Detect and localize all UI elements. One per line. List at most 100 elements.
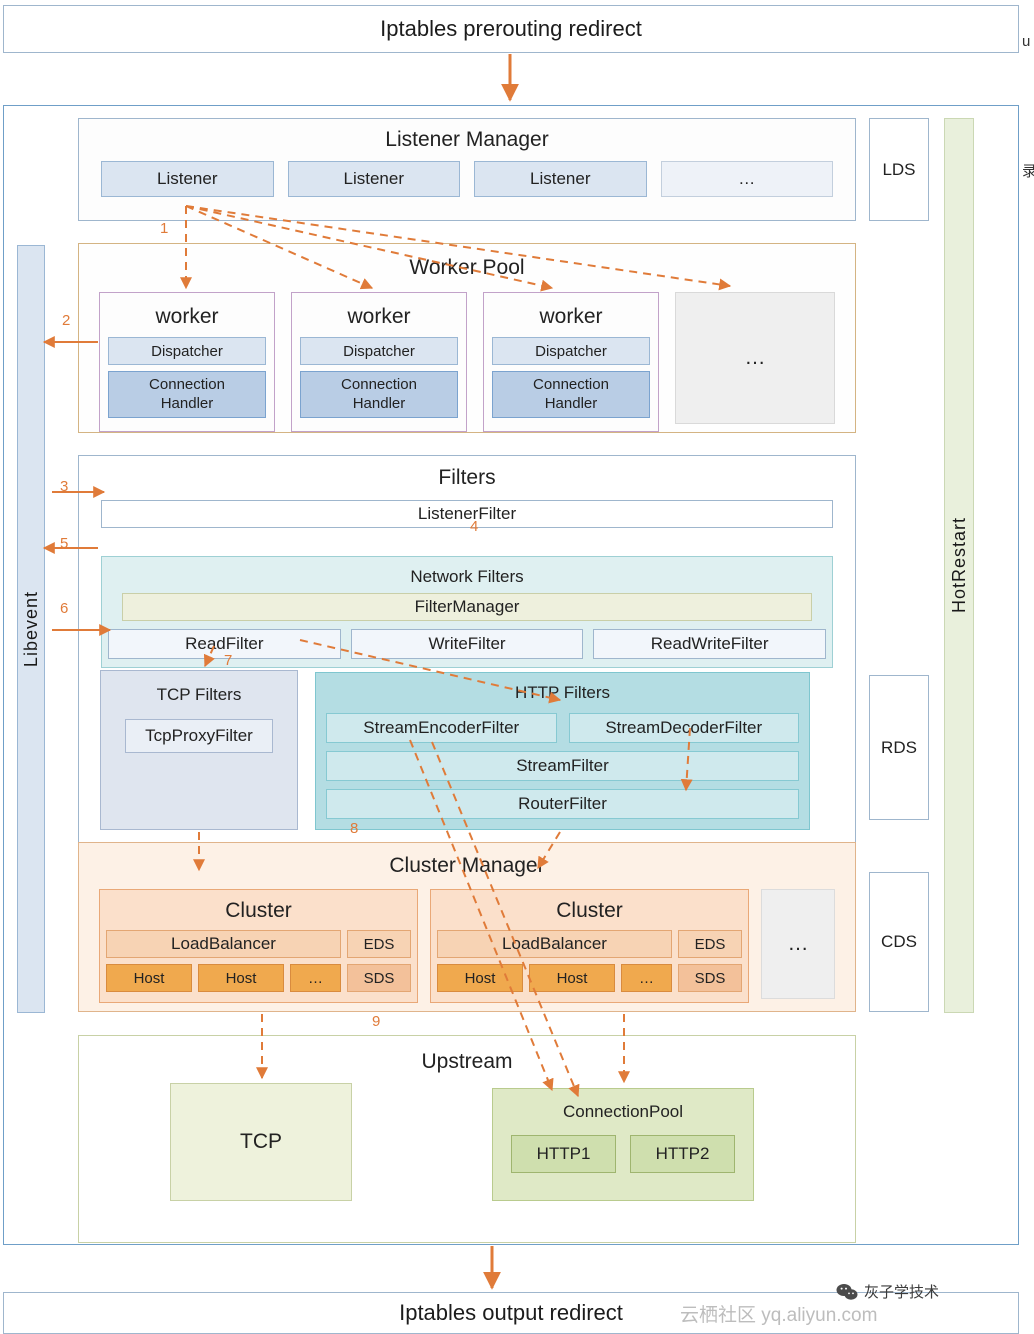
tcp-proxy-filter-label: TcpProxyFilter xyxy=(145,726,253,745)
host-label-2b: Host xyxy=(556,969,588,987)
load-balancer-label-2: LoadBalancer xyxy=(502,934,607,953)
http2-label: HTTP2 xyxy=(655,1144,710,1163)
iptables-prerouting-bar: Iptables prerouting redirect xyxy=(3,5,1019,53)
stream-filter-label: StreamFilter xyxy=(516,756,609,775)
iptables-prerouting-label: Iptables prerouting redirect xyxy=(380,16,642,41)
stream-encoder-filter-label: StreamEncoderFilter xyxy=(363,718,520,737)
load-balancer-label-1: LoadBalancer xyxy=(171,934,276,953)
listener-label-more: … xyxy=(738,169,756,188)
router-filter-label: RouterFilter xyxy=(518,794,607,813)
connection-handler-label-1: Connection Handler xyxy=(149,375,225,412)
http-filters-box: HTTP Filters StreamEncoderFilter StreamD… xyxy=(315,672,810,830)
cluster-manager-title: Cluster Manager xyxy=(389,854,545,877)
eds-label-2: EDS xyxy=(694,935,726,953)
write-filter-box[interactable]: WriteFilter xyxy=(350,629,584,659)
wechat-badge-label: 灰子学技术 xyxy=(864,1284,940,1301)
worker-pool-panel: Worker Pool worker Dispatcher Connection… xyxy=(78,243,856,433)
eds-box-2: EDS xyxy=(678,930,742,958)
sds-box-1: SDS xyxy=(347,964,411,992)
listener-filter-box[interactable]: ListenerFilter xyxy=(101,500,833,528)
libevent-label: Libevent xyxy=(20,590,41,668)
tcp-proxy-filter-box[interactable]: TcpProxyFilter xyxy=(125,719,273,753)
step-number-8: 8 xyxy=(350,820,359,837)
hotrestart-label: HotRestart xyxy=(948,517,969,614)
stream-decoder-filter-box[interactable]: StreamDecoderFilter xyxy=(568,713,799,743)
listener-label-1: Listener xyxy=(157,169,218,188)
sds-label-1: SDS xyxy=(363,969,395,987)
hotrestart-column: HotRestart xyxy=(944,118,974,1013)
host-box-2more: … xyxy=(621,964,672,992)
host-box-2a[interactable]: Host xyxy=(437,964,523,992)
listener-box-more: … xyxy=(660,161,833,197)
network-filters-title: Network Filters xyxy=(410,567,524,586)
connection-handler-box-3: Connection Handler xyxy=(492,371,650,418)
http-filters-title: HTTP Filters xyxy=(514,683,611,702)
connection-pool-box: ConnectionPool HTTP1 HTTP2 xyxy=(492,1088,754,1201)
sds-box-2: SDS xyxy=(678,964,742,992)
dispatcher-label-1: Dispatcher xyxy=(151,342,223,360)
dispatcher-label-2: Dispatcher xyxy=(343,342,415,360)
connection-pool-title: ConnectionPool xyxy=(562,1102,684,1121)
lds-box: LDS xyxy=(869,118,929,221)
wechat-badge: 灰子学技术 xyxy=(836,1281,939,1302)
worker-box-2[interactable]: worker Dispatcher Connection Handler xyxy=(291,292,467,432)
dispatcher-box-2: Dispatcher xyxy=(300,337,458,365)
cluster-box-2[interactable]: Cluster LoadBalancer Host Host … EDS SDS xyxy=(430,889,749,1003)
worker-pool-title: Worker Pool xyxy=(409,256,525,279)
worker-title-3: worker xyxy=(539,305,603,328)
worker-box-3[interactable]: worker Dispatcher Connection Handler xyxy=(483,292,659,432)
http2-box[interactable]: HTTP2 xyxy=(630,1135,735,1173)
stream-encoder-filter-box[interactable]: StreamEncoderFilter xyxy=(326,713,557,743)
tcp-filters-title: TCP Filters xyxy=(156,685,242,704)
step-number-2: 2 xyxy=(62,312,71,329)
dispatcher-box-3: Dispatcher xyxy=(492,337,650,365)
filter-manager-box[interactable]: FilterManager xyxy=(122,593,812,621)
step-number-5: 5 xyxy=(60,535,69,552)
cluster-more-label: … xyxy=(787,932,809,955)
step-number-9: 9 xyxy=(372,1013,381,1030)
step-number-3: 3 xyxy=(60,478,69,495)
iptables-output-label: Iptables output redirect xyxy=(399,1300,623,1325)
worker-box-1[interactable]: worker Dispatcher Connection Handler xyxy=(99,292,275,432)
http1-box[interactable]: HTTP1 xyxy=(511,1135,616,1173)
worker-more-label: … xyxy=(744,346,766,369)
step-number-6: 6 xyxy=(60,600,69,617)
router-filter-box[interactable]: RouterFilter xyxy=(326,789,799,819)
tcp-filters-box: TCP Filters TcpProxyFilter xyxy=(100,670,298,830)
rds-label: RDS xyxy=(881,737,917,757)
read-write-filter-box[interactable]: ReadWriteFilter xyxy=(593,629,827,659)
cluster-box-1[interactable]: Cluster LoadBalancer Host Host … EDS SDS xyxy=(99,889,418,1003)
listener-box-1[interactable]: Listener xyxy=(101,161,274,197)
host-label-2a: Host xyxy=(464,969,496,987)
eds-label-1: EDS xyxy=(363,935,395,953)
host-label-1b: Host xyxy=(225,969,257,987)
host-box-1b[interactable]: Host xyxy=(198,964,284,992)
upstream-tcp-box[interactable]: TCP xyxy=(170,1083,352,1201)
wechat-icon xyxy=(836,1283,858,1300)
filter-manager-label: FilterManager xyxy=(414,597,520,616)
read-filter-label: ReadFilter xyxy=(185,634,264,653)
host-box-1a[interactable]: Host xyxy=(106,964,192,992)
cluster-title-2: Cluster xyxy=(556,899,623,922)
sds-label-2: SDS xyxy=(694,969,726,987)
listener-box-2[interactable]: Listener xyxy=(287,161,460,197)
step-number-7: 7 xyxy=(224,652,233,669)
load-balancer-box-1: LoadBalancer xyxy=(106,930,341,958)
filters-title: Filters xyxy=(438,466,496,489)
listener-manager-panel: Listener Manager Listener Listener Liste… xyxy=(78,118,856,221)
host-label-1a: Host xyxy=(133,969,165,987)
upstream-title: Upstream xyxy=(421,1050,513,1073)
watermark: 云栖社区 yq.aliyun.com xyxy=(680,1305,878,1326)
cluster-box-more: … xyxy=(761,889,835,999)
listener-manager-title: Listener Manager xyxy=(385,128,549,151)
rds-box: RDS xyxy=(869,675,929,820)
host-box-2b[interactable]: Host xyxy=(529,964,615,992)
network-filters-box: Network Filters FilterManager ReadFilter… xyxy=(101,556,833,668)
listener-box-3[interactable]: Listener xyxy=(474,161,647,197)
host-label-1more: … xyxy=(308,969,323,987)
stream-filter-box[interactable]: StreamFilter xyxy=(326,751,799,781)
connection-handler-box-2: Connection Handler xyxy=(300,371,458,418)
cluster-title-1: Cluster xyxy=(225,899,292,922)
worker-title-1: worker xyxy=(155,305,219,328)
dispatcher-label-3: Dispatcher xyxy=(535,342,607,360)
